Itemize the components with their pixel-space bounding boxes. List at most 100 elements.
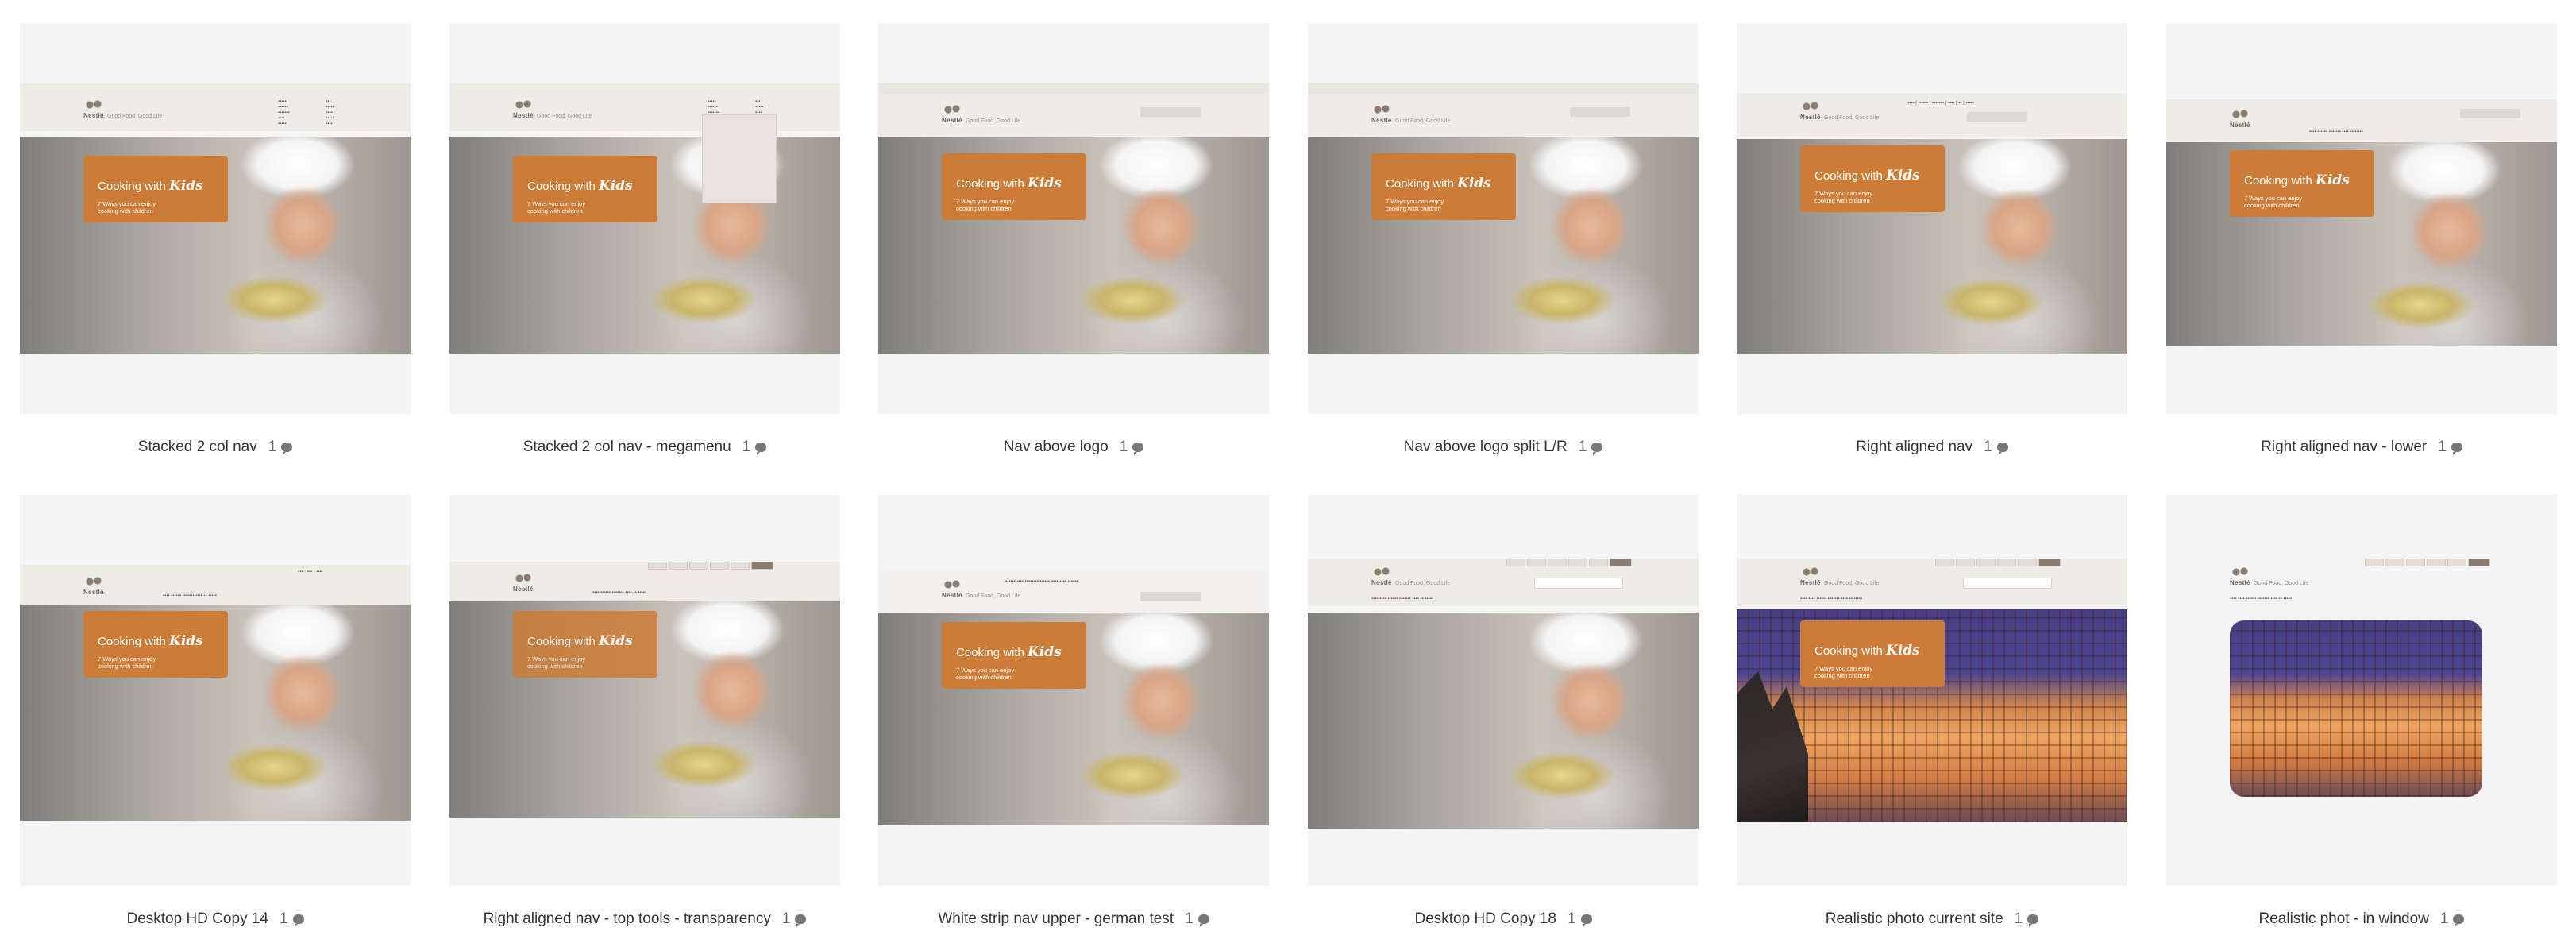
site-header: Nestlé Good Food, Good Life ▪▪▪▪▪ ▪▪▪▪▪▪ ▪… [20,83,411,131]
comment-icon[interactable] [1591,443,1603,455]
artboard-caption: Nav above logo split L/R 1 [1308,439,1699,456]
hero-image: Cooking with Kids 7 Ways you can enjoy c… [878,137,1269,354]
top-tool[interactable] [1506,559,1525,566]
top-tool[interactable] [1997,559,2016,566]
comment-icon[interactable] [2451,443,2462,455]
search-box[interactable] [1140,107,1201,117]
top-tool[interactable] [2018,559,2037,566]
comment-icon[interactable] [2027,914,2039,927]
artboard-thumbnail[interactable]: Nestlé Good Food, Good Life Cooking with… [1308,23,1699,414]
search-box[interactable] [1534,578,1623,589]
artboard-caption: White strip nav upper - german test 1 [878,910,1269,928]
artboard-thumbnail[interactable]: Nestlé Good Food, Good Life ▪▪▪▪ ▪▪▪▪ ▪▪… [1737,495,2127,886]
comment-icon[interactable] [281,443,293,455]
tagline: Good Food, Good Life [2254,581,2309,586]
site-header: Nestlé Good Food, Good Life ▪▪▪▪▪ ▪▪▪▪▪▪ ▪… [449,83,840,131]
comment-icon[interactable] [2453,914,2465,927]
comment-icon[interactable] [1132,443,1144,455]
utility-links: ▪▪▪ · ▪▪▪ · ▪▪▪ [298,570,322,574]
hero-image: Cooking with Kids 7 Ways you can enjoy c… [878,613,1269,825]
artboard-thumbnail[interactable]: Nestlé Good Food, Good Life ▪▪▪▪▪ ▪▪▪▪▪▪ ▪… [20,23,411,414]
search-box[interactable] [2460,109,2520,118]
artboard-thumbnail[interactable]: Nestlé ▪▪▪ · ▪▪▪ · ▪▪▪ ▪▪▪▪ ▪▪▪▪▪▪ ▪▪▪▪▪… [20,495,411,886]
top-tool[interactable] [2406,559,2425,566]
comment-icon[interactable] [292,914,304,927]
top-tool[interactable] [1527,559,1546,566]
top-tool[interactable] [2385,559,2404,566]
artboard-caption: Desktop HD Copy 14 1 [20,910,411,928]
artboard-thumbnail[interactable]: Nestlé Good Food, Good Life ▪▪▪▪▪▪ ▪▪▪▪ … [878,495,1269,886]
top-tool[interactable] [1956,559,1975,566]
primary-nav: ▪▪▪▪ ▪▪▪▪▪▪ ▪▪▪▪▪▪▪ ▪▪▪▪ ▪▪ ▪▪▪▪▪ [592,590,646,595]
promo-box: Cooking with Kids 7 Ways you can enjoy c… [83,156,228,222]
search-box[interactable] [1967,112,2027,122]
nestle-logo: Nestlé [1371,566,1394,587]
artboard-thumbnail[interactable]: Nestlé Good Food, Good Life ▪▪▪▪▪ ▪▪▪▪▪▪ ▪… [449,23,840,414]
primary-nav: ▪▪▪▪ ▪▪▪▪▪▪ ▪▪▪▪▪▪▪ ▪▪▪▪ ▪▪ ▪▪▪▪▪ [163,593,217,598]
tagline: Good Food, Good Life [966,593,1021,599]
promo-box: Cooking with Kids 7 Ways you can enjoy c… [1800,145,1945,212]
top-tool[interactable] [689,562,708,570]
top-tool[interactable] [710,562,729,570]
top-tool[interactable] [669,562,688,570]
promo-box: Cooking with Kids 7 Ways you can enjoy c… [942,622,1086,689]
comment-icon[interactable] [1996,443,2008,455]
artboard-thumbnail[interactable]: Nestlé Good Food, Good Life Cooking with… [878,23,1269,414]
top-tool-active[interactable] [2038,559,2061,566]
primary-nav: ▪▪▪▪ | ▪▪▪▪▪▪ | ▪▪▪▪▪▪▪ | ▪▪▪▪ | ▪▪ | ▪▪… [1907,101,1975,106]
primary-nav: ▪▪▪▪ ▪▪▪▪▪▪ ▪▪▪▪▪▪▪ ▪▪▪▪ ▪▪ ▪▪▪▪▪ [2309,129,2363,134]
top-tool[interactable] [1589,559,1608,566]
top-tool[interactable] [2447,559,2466,566]
top-tool[interactable] [648,562,667,570]
top-tool[interactable] [2365,559,2384,566]
top-tool[interactable] [1935,559,1954,566]
nestle-logo: Nestlé [83,576,106,597]
top-tool[interactable] [1568,559,1587,566]
artboard-thumbnail[interactable]: Nestlé Good Food, Good Life ▪▪▪▪ | ▪▪▪▪▪… [1737,23,2127,414]
comment-icon[interactable] [755,443,767,455]
search-box[interactable] [1963,578,2052,589]
comment-icon[interactable] [1580,914,1592,927]
hero-image: Cooking with Kids 7 Ways you can enjoy c… [2166,142,2557,346]
nestle-logo: Nestlé [2230,566,2252,587]
comment-icon[interactable] [795,914,807,927]
site-header: Nestlé Good Food, Good Life ▪▪▪▪ | ▪▪▪▪▪… [1737,93,2127,137]
site-header: Nestlé Good Food, Good Life ▪▪▪▪ ▪▪▪▪ ▪▪… [1737,559,2127,606]
promo-box: Cooking with Kids 7 Ways you can enjoy c… [2230,150,2374,217]
hero-image: Cooking with Kids 7 Ways you can enjoy c… [449,137,840,354]
building-photo: Cooking with Kids 7 Ways you can enjoy c… [1737,609,2127,822]
primary-nav: ▪▪▪▪ ▪▪▪▪ ▪▪▪▪▪▪ ▪▪▪▪▪▪▪ ▪▪▪▪ ▪▪ ▪▪▪▪▪ [2230,597,2293,601]
top-tool-active[interactable] [1610,559,1632,566]
search-box[interactable] [1570,107,1630,117]
top-tool[interactable] [2427,559,2446,566]
primary-nav: ▪▪▪▪ ▪▪▪▪ ▪▪▪▪▪▪ ▪▪▪▪▪▪▪ ▪▪▪▪ ▪▪ ▪▪▪▪▪ [1800,597,1863,601]
nav-col-1: ▪▪▪▪▪ ▪▪▪▪▪▪ ▪▪▪▪▪▪▪ [708,99,719,115]
site-header: Nestlé Good Food, Good Life [878,95,1269,136]
site-header: Nestlé ▪▪▪▪ ▪▪▪▪▪▪ ▪▪▪▪▪▪▪ ▪▪▪▪ ▪▪ ▪▪▪▪▪ [2166,99,2557,147]
top-tool-active[interactable] [751,562,773,570]
hero-image: Cooking with Kids 7 Ways you can enjoy c… [1737,139,2127,354]
artboard-thumbnail[interactable]: Nestlé Good Food, Good Life ▪▪▪▪ ▪▪▪▪ ▪▪… [2166,495,2557,886]
primary-nav: ▪▪▪▪ ▪▪▪▪ ▪▪▪▪▪▪ ▪▪▪▪▪▪▪ ▪▪▪▪ ▪▪ ▪▪▪▪▪ [1371,597,1434,601]
artboard-thumbnail[interactable]: Nestlé ▪▪▪▪ ▪▪▪▪▪▪ ▪▪▪▪▪▪▪ ▪▪▪▪ ▪▪ ▪▪▪▪▪… [2166,23,2557,414]
search-box[interactable] [1140,592,1201,601]
nestle-logo: Nestlé [2230,109,2252,129]
artboard-thumbnail[interactable]: Nestlé ▪▪▪▪ ▪▪▪▪▪▪ ▪▪▪▪▪▪▪ ▪▪▪▪ ▪▪ ▪▪▪▪▪… [449,495,840,886]
hero-image [1308,613,1699,829]
top-tool[interactable] [1976,559,1996,566]
nestle-logo: Nestlé [1371,104,1394,125]
site-header: Nestlé Good Food, Good Life [1308,95,1699,136]
artboard-grid: Nestlé Good Food, Good Life ▪▪▪▪▪ ▪▪▪▪▪▪ ▪… [0,0,2576,947]
site-header: Nestlé ▪▪▪ · ▪▪▪ · ▪▪▪ ▪▪▪▪ ▪▪▪▪▪▪ ▪▪▪▪▪… [20,565,411,609]
hero-image: Cooking with Kids 7 Ways you can enjoy c… [1308,137,1699,354]
artboard-thumbnail[interactable]: Nestlé Good Food, Good Life ▪▪▪▪ ▪▪▪▪ ▪▪… [1308,495,1699,886]
artboard-caption: Stacked 2 col nav - megamenu 1 [449,439,840,456]
top-tool-active[interactable] [2468,559,2490,566]
comment-icon[interactable] [1197,914,1209,927]
top-nav-strip [878,83,1269,95]
tagline: Good Food, Good Life [1395,118,1451,124]
site-header: Nestlé Good Food, Good Life ▪▪▪▪ ▪▪▪▪ ▪▪… [2166,559,2557,606]
top-tool[interactable] [731,562,750,570]
building-photo-window [2230,620,2482,797]
top-tool[interactable] [1548,559,1567,566]
